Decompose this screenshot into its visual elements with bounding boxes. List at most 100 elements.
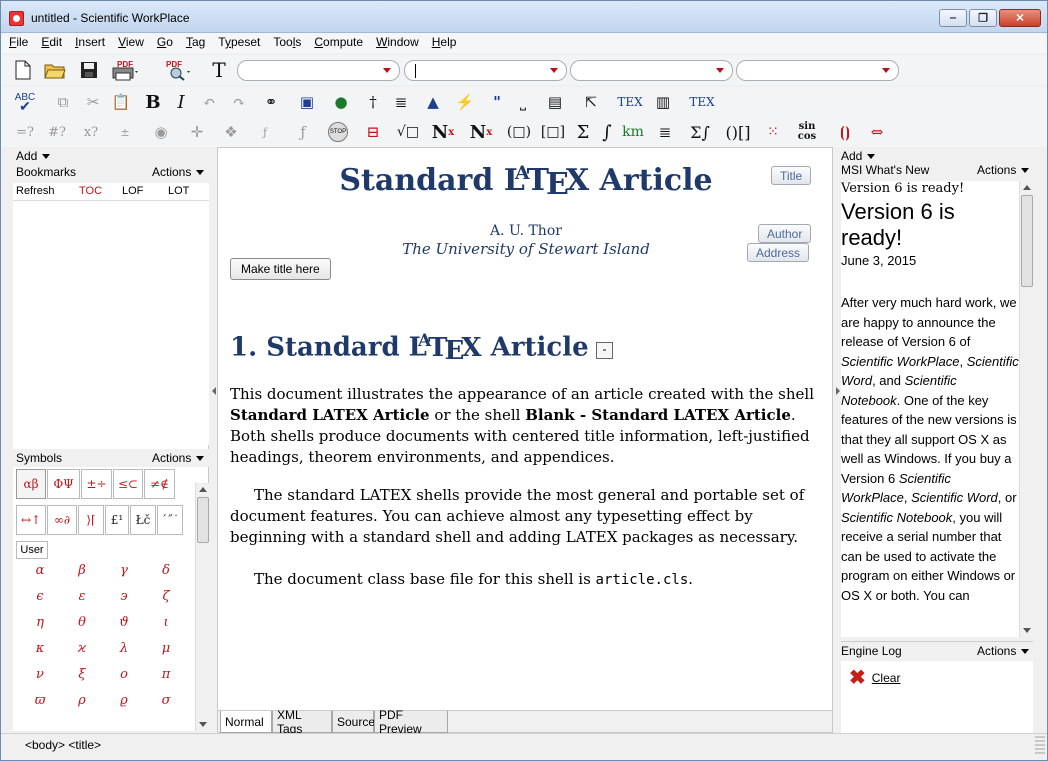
document-title[interactable]: Standard LATEX Article [218, 162, 834, 205]
greek-symbol-cell[interactable]: ζ [145, 589, 187, 609]
tex-button-1[interactable]: TEX [615, 91, 645, 113]
pdf-preview-icon[interactable]: PDF [161, 59, 195, 81]
author-name[interactable]: A. U. Thor [218, 223, 834, 239]
expand-icon[interactable]: ± [113, 121, 137, 143]
greek-symbol-cell[interactable]: α [19, 563, 61, 583]
cut-icon[interactable]: ✂ [81, 91, 105, 113]
author-affiliation[interactable]: The University of Stewart Island [218, 240, 834, 258]
toc-button[interactable]: TOC [71, 183, 119, 200]
tag-combo-3[interactable] [570, 60, 733, 81]
define-function-icon[interactable]: ƒ [253, 121, 277, 143]
zoom-icon[interactable]: ◉ [149, 121, 173, 143]
evaluate-numeric-button[interactable]: #? [45, 121, 69, 143]
parentheses-button[interactable]: (□) [505, 121, 533, 143]
menu-item[interactable]: File [1, 33, 33, 53]
symbol-tab[interactable]: ´˝˙ [157, 505, 183, 535]
menu-item[interactable]: View [110, 33, 149, 53]
view-tab[interactable]: Source [332, 711, 375, 733]
right-add-button[interactable]: Add [841, 149, 875, 163]
resize-grip-icon[interactable] [1035, 736, 1045, 756]
menu-item[interactable]: Go [149, 33, 178, 53]
view-tab[interactable]: PDF Preview [374, 708, 448, 736]
unit-button[interactable]: km [621, 121, 645, 143]
fraction-icon[interactable]: ⊟ [361, 121, 385, 143]
quote-icon[interactable]: " [485, 91, 509, 113]
greek-symbol-cell[interactable]: μ [145, 641, 187, 661]
bracket-pairs-button[interactable]: ()[] [721, 121, 755, 143]
math-name-button[interactable]: sin cos [795, 121, 819, 143]
menu-item[interactable]: Compute [306, 33, 368, 53]
symbol-tab[interactable]: ⟩⌈ [78, 505, 104, 535]
symbol-tab[interactable]: ≤⊂ [113, 469, 143, 499]
greek-symbol-cell[interactable]: β [61, 563, 103, 583]
document-area[interactable]: Standard LATEX Article Title A. U. Thor … [217, 147, 834, 736]
collapse-left-icon[interactable] [212, 387, 216, 395]
close-button[interactable]: ✕ [999, 9, 1041, 27]
right-splitter[interactable] [833, 147, 841, 733]
tex-button-2[interactable]: TEX [687, 91, 717, 113]
whats-new-actions-button[interactable]: Actions [977, 163, 1029, 177]
greek-symbol-cell[interactable]: ε [61, 589, 103, 609]
bookmarks-actions-button[interactable]: Actions [152, 165, 204, 179]
scroll-up-icon[interactable] [199, 487, 207, 492]
news-scrollbar[interactable] [1019, 181, 1033, 637]
tag-combo-4[interactable] [736, 60, 899, 81]
symbol-tab[interactable]: Łč [130, 505, 156, 535]
matrix-icon[interactable]: ⁙ [761, 121, 785, 143]
symbols-actions-button[interactable]: Actions [152, 451, 204, 465]
integral-button[interactable]: ∫ [595, 121, 619, 143]
dagger-icon[interactable]: † [361, 91, 385, 113]
scroll-up-icon[interactable] [1023, 185, 1031, 190]
font-icon[interactable]: T [207, 58, 231, 82]
scroll-thumb[interactable] [197, 497, 209, 543]
operator-button[interactable]: Σ∫ [685, 121, 715, 143]
greek-symbol-cell[interactable]: ν [19, 667, 61, 687]
add-button[interactable]: Add [16, 149, 50, 163]
collapse-right-icon[interactable] [836, 387, 840, 395]
plot-2d-icon[interactable]: ✛ [185, 121, 209, 143]
new-file-icon[interactable] [11, 59, 35, 81]
find-binoculars-icon[interactable]: ⚭ [259, 91, 283, 113]
copy-icon[interactable]: ⧉ [51, 91, 75, 113]
paragraph-2[interactable]: The standard LATEX shells provide the mo… [230, 485, 826, 548]
left-splitter[interactable] [209, 147, 217, 733]
menu-item[interactable]: Edit [33, 33, 67, 53]
address-tag-button[interactable]: Address [747, 243, 810, 262]
display-icon[interactable]: ≣ [653, 121, 677, 143]
plot-3d-icon[interactable]: ❖ [219, 121, 243, 143]
typeset-icon[interactable]: ▲ [421, 91, 445, 113]
stop-icon[interactable]: STOP [327, 121, 349, 143]
menu-item[interactable]: Tools [265, 33, 306, 53]
sum-button[interactable]: Σ [571, 121, 595, 143]
pdf-print-icon[interactable]: PDF [109, 59, 143, 81]
paste-icon[interactable]: 📋 [109, 91, 133, 113]
bold-button[interactable]: B [141, 91, 165, 113]
undo-icon[interactable]: ↶ [197, 91, 221, 113]
menu-item[interactable]: Help [424, 33, 462, 53]
greek-symbol-cell[interactable]: ξ [61, 667, 103, 687]
greek-symbol-cell[interactable]: γ [103, 563, 145, 583]
lof-button[interactable]: LOF [119, 183, 165, 200]
open-folder-icon[interactable] [43, 59, 67, 81]
greek-symbol-cell[interactable]: ο [103, 667, 145, 687]
menu-item[interactable]: Tag [178, 33, 210, 53]
web-globe-icon[interactable]: ● [329, 91, 353, 113]
minimize-button[interactable]: ‒ [939, 9, 967, 27]
view-tab[interactable]: XML Tags [272, 708, 332, 736]
greek-symbol-cell[interactable]: θ [61, 615, 103, 635]
collapse-section-button[interactable]: - [596, 342, 613, 359]
greek-symbol-cell[interactable]: ϑ [103, 615, 145, 635]
greek-symbol-cell[interactable]: κ [19, 641, 61, 661]
menu-item[interactable]: Window [368, 33, 424, 53]
greek-symbol-cell[interactable]: δ [145, 563, 187, 583]
user-tab[interactable]: User [16, 541, 48, 559]
subscript-button[interactable]: Nx [467, 121, 495, 143]
preview-doc-icon[interactable]: ▤ [543, 91, 567, 113]
menu-item[interactable]: Typeset [210, 33, 265, 53]
save-icon[interactable] [77, 59, 101, 81]
superscript-button[interactable]: Nx [429, 121, 457, 143]
greek-symbol-cell[interactable]: ϖ [19, 693, 61, 713]
italic-button[interactable]: I [169, 91, 193, 113]
lightning-icon[interactable]: ⚡ [453, 91, 477, 113]
author-tag-button[interactable]: Author [758, 224, 812, 243]
